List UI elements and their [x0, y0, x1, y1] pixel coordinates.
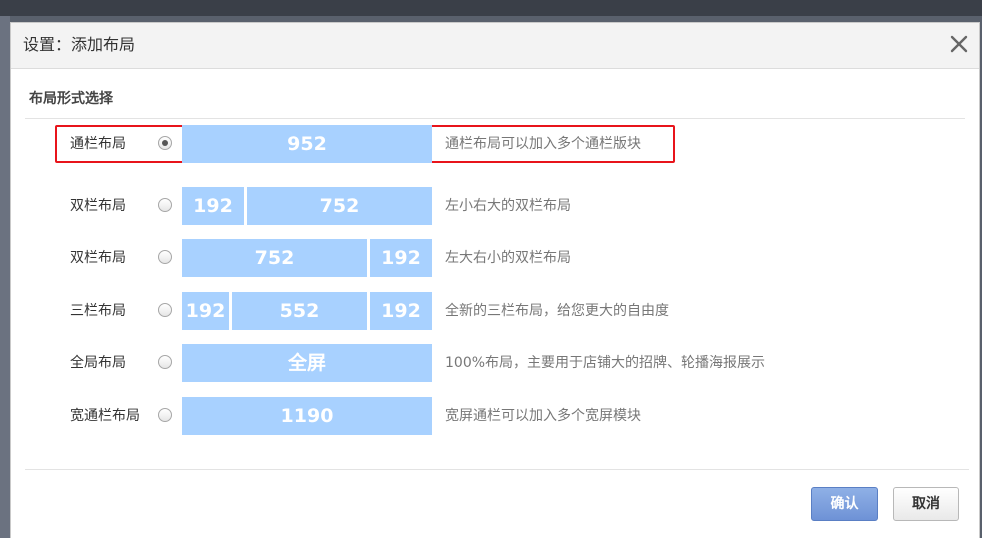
layout-option-label: 双栏布局: [70, 198, 126, 214]
close-icon[interactable]: [947, 32, 971, 56]
add-layout-dialog: 设置：添加布局 布局形式选择 通栏布局 952 通栏布局可以加入多个通栏版块 双…: [10, 22, 980, 538]
layout-radio[interactable]: [158, 136, 172, 150]
layout-preview[interactable]: 全屏: [182, 344, 432, 382]
layout-preview[interactable]: 192 552 192: [182, 292, 432, 330]
layout-option-label: 双栏布局: [70, 250, 126, 266]
layout-option-description: 通栏布局可以加入多个通栏版块: [445, 136, 641, 152]
layout-block: 552: [232, 292, 367, 330]
layout-option-description: 100%布局，主要用于店铺大的招牌、轮播海报展示: [445, 355, 766, 371]
layout-block: 952: [182, 125, 432, 163]
layout-radio[interactable]: [158, 250, 172, 264]
app-top-bar: [0, 0, 982, 16]
layout-preview[interactable]: 1190: [182, 397, 432, 435]
layout-radio[interactable]: [158, 198, 172, 212]
layout-option-label: 宽通栏布局: [70, 408, 140, 424]
layout-preview[interactable]: 952: [182, 125, 432, 163]
layout-option-fullscreen[interactable]: 全局布局 全屏 100%布局，主要用于店铺大的招牌、轮播海报展示: [55, 344, 765, 382]
layout-option-three-col[interactable]: 三栏布局 192 552 192 全新的三栏布局，给您更大的自由度: [55, 292, 675, 330]
layout-option-description: 宽屏通栏可以加入多个宽屏模块: [445, 408, 641, 424]
layout-preview[interactable]: 192 752: [182, 187, 432, 225]
layout-option-description: 左小右大的双栏布局: [445, 198, 571, 214]
layout-option-label: 三栏布局: [70, 303, 126, 319]
section-divider: [25, 118, 965, 119]
confirm-button[interactable]: 确认: [811, 487, 878, 521]
dialog-title: 设置：添加布局: [23, 35, 136, 54]
layout-option-description: 左大右小的双栏布局: [445, 250, 571, 266]
footer-divider: [25, 469, 969, 470]
layout-block: 192: [182, 187, 244, 225]
layout-block: 全屏: [182, 344, 432, 382]
cancel-button[interactable]: 取消: [893, 487, 959, 521]
layout-block: 192: [370, 239, 432, 277]
layout-option-full-width[interactable]: 通栏布局 952 通栏布局可以加入多个通栏版块: [55, 125, 675, 163]
layout-option-label: 通栏布局: [70, 136, 126, 152]
layout-block: 752: [247, 187, 432, 225]
layout-radio[interactable]: [158, 408, 172, 422]
layout-preview[interactable]: 752 192: [182, 239, 432, 277]
layout-option-label: 全局布局: [70, 355, 126, 371]
layout-block: 192: [370, 292, 432, 330]
section-title: 布局形式选择: [29, 91, 113, 107]
layout-option-two-col-right-small[interactable]: 双栏布局 752 192 左大右小的双栏布局: [55, 239, 675, 277]
page-backdrop: [0, 16, 10, 538]
layout-block: 752: [182, 239, 367, 277]
layout-option-wide-full-width[interactable]: 宽通栏布局 1190 宽屏通栏可以加入多个宽屏模块: [55, 397, 675, 435]
layout-block: 1190: [182, 397, 432, 435]
layout-option-two-col-left-small[interactable]: 双栏布局 192 752 左小右大的双栏布局: [55, 187, 675, 225]
layout-option-description: 全新的三栏布局，给您更大的自由度: [445, 303, 669, 319]
layout-radio[interactable]: [158, 355, 172, 369]
dialog-header: 设置：添加布局: [11, 23, 979, 69]
layout-radio[interactable]: [158, 303, 172, 317]
layout-block: 192: [182, 292, 229, 330]
